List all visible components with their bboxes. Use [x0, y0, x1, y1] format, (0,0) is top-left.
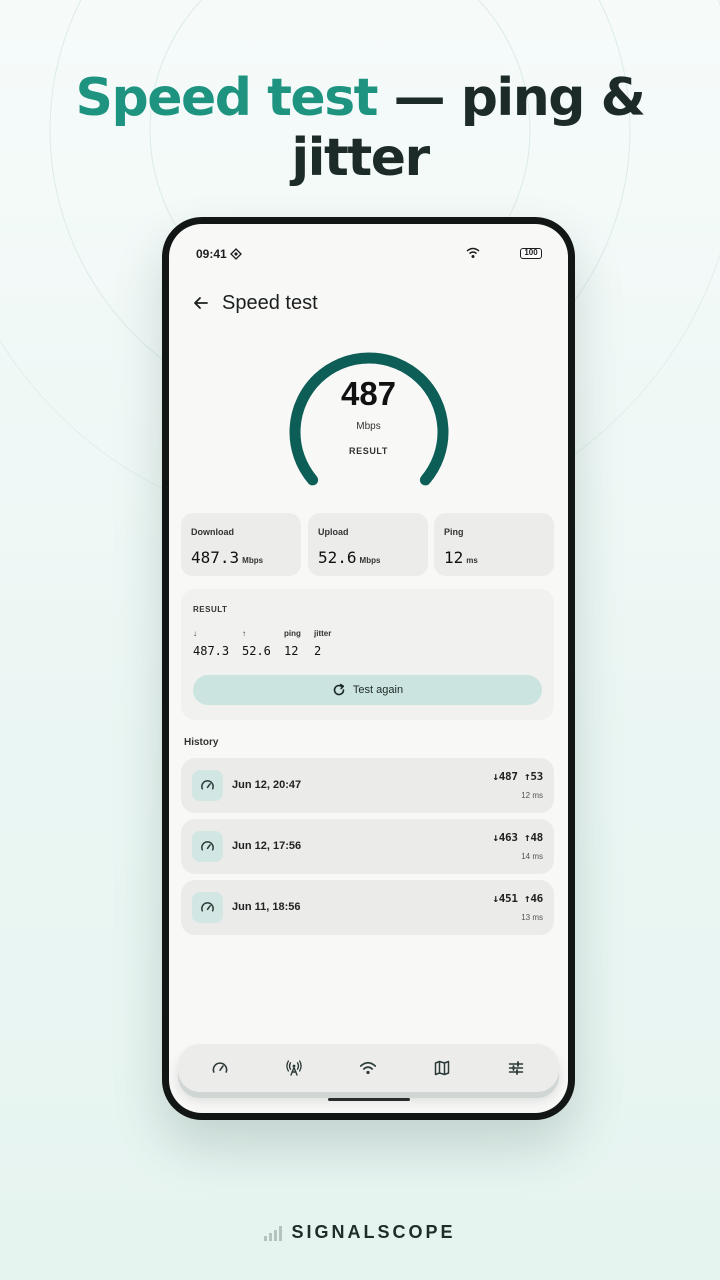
history-date: Jun 11, 18:56 [232, 901, 301, 913]
speedometer-icon [201, 780, 214, 790]
page-title: Speed test [222, 292, 318, 314]
sim-icon [230, 248, 242, 260]
test-again-button[interactable]: Test again [193, 675, 542, 705]
history-item[interactable]: Jun 11, 18:56 ↓451 ↑46 13 ms [181, 880, 554, 935]
result-header: ↑ [242, 629, 246, 638]
history-speeds: ↓487 ↑53 [492, 770, 543, 783]
headline-accent: Speed test [75, 68, 379, 128]
stat-label: Upload [318, 527, 349, 537]
signal-bars-icon [264, 1225, 283, 1241]
history-date: Jun 12, 20:47 [232, 779, 302, 791]
wifi-status-icon [466, 247, 480, 258]
result-upload: ↑ 52.6 [242, 629, 271, 658]
history-speeds: ↓451 ↑46 [492, 892, 543, 905]
stat-value: 52.6 [318, 548, 357, 567]
brand-footer: SIGNALSCOPE [0, 1222, 720, 1243]
refresh-icon [333, 683, 345, 696]
history-icon [192, 770, 223, 801]
history-item[interactable]: Jun 12, 20:47 ↓487 ↑53 12 ms [181, 758, 554, 813]
stat-unit: Mbps [359, 556, 381, 565]
gauge-value: 487 [340, 375, 397, 412]
download-card: Download 487.3 Mbps [181, 513, 301, 576]
history-ping: 13 ms [521, 913, 543, 922]
nav-map-icon[interactable] [433, 1059, 451, 1077]
home-indicator [328, 1098, 410, 1101]
result-ping: ping 12 [284, 629, 301, 658]
result-header: jitter [314, 629, 332, 638]
battery-icon: 100 [520, 248, 542, 259]
history-item[interactable]: Jun 12, 17:56 ↓463 ↑48 14 ms [181, 819, 554, 874]
upload-card: Upload 52.6 Mbps [308, 513, 428, 576]
stat-label: Ping [444, 527, 464, 537]
history-label: History [184, 737, 219, 748]
headline: Speed test — ping & jitter [0, 68, 720, 188]
history-ping: 12 ms [521, 791, 543, 800]
history-ping: 14 ms [521, 852, 543, 861]
result-download: ↓ 487.3 [193, 629, 229, 658]
result-value: 487.3 [193, 644, 230, 658]
result-card: RESULT ↓ 487.3 ↑ 52.6 ping 12 jitter 2 T… [181, 589, 554, 720]
result-header: ping [284, 629, 301, 638]
stat-unit: Mbps [242, 556, 264, 565]
result-jitter: jitter 2 [314, 629, 331, 658]
result-header: ↓ [193, 629, 197, 638]
nav-cell-tower-icon[interactable] [285, 1059, 303, 1077]
gauge-label: RESULT [349, 446, 388, 456]
back-arrow-icon[interactable] [192, 294, 210, 312]
stat-label: Download [191, 527, 234, 537]
test-again-label: Test again [352, 684, 404, 696]
result-value: 52.6 [242, 644, 271, 658]
bottom-nav [178, 1044, 559, 1092]
stat-unit: ms [466, 556, 478, 565]
history-date: Jun 12, 17:56 [232, 840, 302, 852]
stat-value: 12 [444, 548, 464, 567]
stat-value: 487.3 [191, 548, 240, 567]
top-app-bar: Speed test [169, 284, 568, 324]
history-icon [192, 831, 223, 862]
speedometer-icon [201, 902, 214, 912]
ping-card: Ping 12 ms [434, 513, 554, 576]
phone-screen: 09:41 100 Speed test 487 Mbps RESULT Dow… [169, 224, 568, 1113]
result-title: RESULT [193, 605, 228, 614]
brand-name: SIGNALSCOPE [291, 1222, 456, 1242]
result-value: 2 [314, 644, 322, 658]
speedometer-icon [201, 841, 214, 851]
nav-speedometer-icon[interactable] [211, 1059, 229, 1077]
status-time: 09:41 [196, 247, 227, 261]
phone-frame: 09:41 100 Speed test 487 Mbps RESULT Dow… [162, 217, 575, 1120]
history-speeds: ↓463 ↑48 [492, 831, 543, 844]
nav-wifi-icon[interactable] [359, 1059, 377, 1077]
result-value: 12 [284, 644, 299, 658]
status-bar: 09:41 100 [169, 224, 568, 268]
nav-sliders-icon[interactable] [507, 1059, 525, 1077]
history-icon [192, 892, 223, 923]
gauge-unit: Mbps [356, 421, 381, 432]
